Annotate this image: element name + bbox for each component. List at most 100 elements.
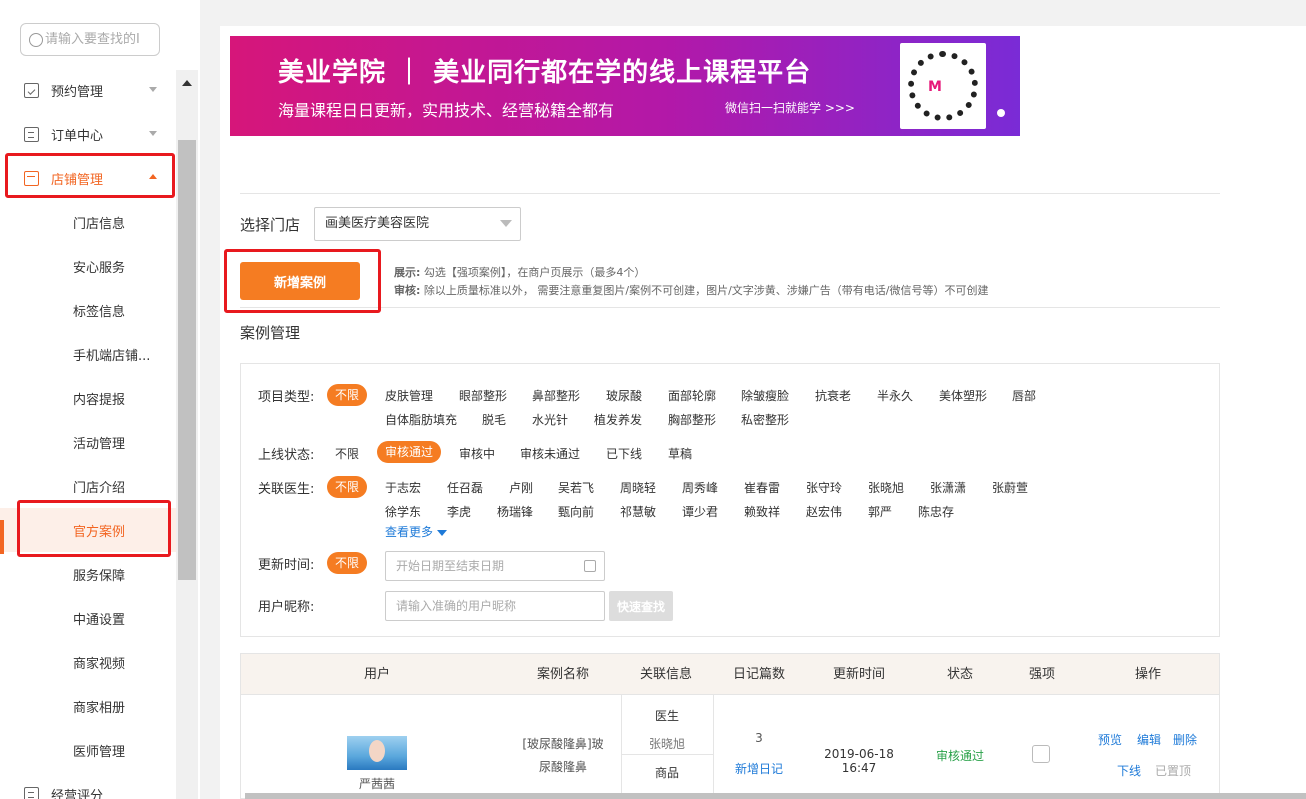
case-notes: 展示: 勾选【强项案例】，在商户页展示（最多4个） 审核: 除以上质量标准以外，…: [394, 264, 989, 300]
chevron-down-icon: [437, 529, 448, 536]
project-option[interactable]: 除皱瘦脸: [741, 387, 789, 404]
status-option[interactable]: 已下线: [606, 445, 642, 462]
sidebar-item-orders[interactable]: 订单中心: [0, 112, 176, 156]
note-review-label: 审核:: [394, 284, 421, 297]
sidebar-item-activities[interactable]: 活动管理: [0, 420, 176, 464]
doctor-option[interactable]: 崔春雷: [744, 479, 780, 496]
carousel-dot[interactable]: [997, 109, 1005, 117]
sidebar-scrollbar[interactable]: [176, 70, 198, 799]
sidebar-item-zhongtong[interactable]: 中通设置: [0, 596, 176, 640]
doctor-option[interactable]: 甄向前: [558, 503, 594, 520]
horizontal-scrollbar[interactable]: [245, 793, 1306, 799]
project-option[interactable]: 抗衰老: [815, 387, 851, 404]
case-name-line1: [玻尿酸隆鼻]玻: [522, 737, 604, 751]
doctor-option[interactable]: 徐学东: [385, 503, 421, 520]
col-relation: 关联信息: [639, 667, 692, 682]
nickname-label: 用户昵称:: [258, 600, 315, 615]
doctor-option[interactable]: 祁慧敏: [620, 503, 656, 520]
preview-link[interactable]: 预览: [1098, 731, 1122, 748]
doctor-option[interactable]: 郭严: [868, 503, 892, 520]
doctor-option[interactable]: 赖致祥: [744, 503, 780, 520]
doctor-option[interactable]: 周秀峰: [682, 479, 718, 496]
delete-link[interactable]: 删除: [1173, 731, 1197, 748]
doctor-option[interactable]: 于志宏: [385, 479, 421, 496]
sidebar-item-doctors[interactable]: 医师管理: [0, 728, 176, 772]
project-option[interactable]: 眼部整形: [459, 387, 507, 404]
scroll-up-icon[interactable]: [182, 80, 192, 86]
project-option[interactable]: 胸部整形: [668, 411, 716, 428]
sidebar-search-input[interactable]: [45, 32, 157, 47]
note-review-text: 除以上质量标准以外， 需要注意重复图片/案例不可创建，图片/文字涉黄、涉嫌广告（…: [420, 284, 989, 297]
user-name: 严茜茜: [358, 777, 395, 791]
sidebar-item-mobile-store[interactable]: 手机端店铺...: [0, 332, 176, 376]
sidebar-item-assurance[interactable]: 安心服务: [0, 244, 176, 288]
project-option[interactable]: 水光针: [532, 411, 568, 428]
doctor-option[interactable]: 张蔚萱: [992, 479, 1028, 496]
doctor-option[interactable]: 卢刚: [509, 479, 533, 496]
project-option[interactable]: 脱毛: [482, 411, 506, 428]
show-more-doctors[interactable]: 查看更多: [385, 523, 448, 540]
sidebar-item-content-report[interactable]: 内容提报: [0, 376, 176, 420]
project-option[interactable]: 私密整形: [741, 411, 789, 428]
doctor-option[interactable]: 李虎: [447, 503, 471, 520]
sidebar-item-store-info[interactable]: 门店信息: [0, 200, 176, 244]
doctor-option[interactable]: 谭少君: [682, 503, 718, 520]
sidebar-item-merchant-album[interactable]: 商家相册: [0, 684, 176, 728]
project-option[interactable]: 植发养发: [594, 411, 642, 428]
doctor-option[interactable]: 张晓旭: [868, 479, 904, 496]
promo-banner[interactable]: 美业学院 ｜ 美业同行都在学的线上课程平台 海量课程日日更新，实用技术、经营秘籍…: [230, 36, 1020, 136]
update-time-unlimited[interactable]: 不限: [327, 552, 368, 574]
doctor-unlimited[interactable]: 不限: [327, 476, 368, 498]
sidebar-search[interactable]: [20, 23, 160, 56]
case-thumbnail[interactable]: [347, 736, 407, 770]
offline-link[interactable]: 下线: [1117, 762, 1141, 779]
doctor-option[interactable]: 张守玲: [806, 479, 842, 496]
sidebar-item-merchant-video[interactable]: 商家视频: [0, 640, 176, 684]
sidebar-item-tags[interactable]: 标签信息: [0, 288, 176, 332]
doctor-option[interactable]: 陈忠存: [918, 503, 954, 520]
doctor-option[interactable]: 张潇潇: [930, 479, 966, 496]
add-diary-link[interactable]: 新增日记: [713, 760, 805, 777]
quick-search-button[interactable]: 快速查找: [609, 591, 673, 621]
store-select[interactable]: 画美医疗美容医院: [314, 207, 521, 241]
project-option[interactable]: 玻尿酸: [606, 387, 642, 404]
project-option[interactable]: 皮肤管理: [385, 387, 433, 404]
sidebar-item-service-guarantee[interactable]: 服务保障: [0, 552, 176, 596]
status-option-selected[interactable]: 审核通过: [377, 441, 442, 463]
scrollbar-thumb[interactable]: [178, 140, 196, 580]
date-range-input[interactable]: 开始日期至结束日期: [385, 551, 605, 581]
project-option[interactable]: 唇部: [1012, 387, 1036, 404]
project-type-unlimited[interactable]: 不限: [327, 384, 368, 406]
cell-divider: [621, 754, 713, 755]
status-option[interactable]: 草稿: [668, 445, 692, 462]
sidebar-item-store-intro[interactable]: 门店介绍: [0, 464, 176, 508]
col-case-name: 案例名称: [536, 667, 589, 682]
calendar-icon[interactable]: [584, 560, 596, 572]
add-case-button[interactable]: 新增案例: [240, 262, 360, 300]
sidebar-item-official-cases[interactable]: 官方案例: [0, 508, 176, 554]
sidebar-item-business-score[interactable]: 经营评分: [0, 772, 176, 799]
project-option[interactable]: 半永久: [877, 387, 913, 404]
featured-checkbox[interactable]: [1032, 745, 1050, 763]
status-option[interactable]: 不限: [335, 445, 359, 462]
edit-link[interactable]: 编辑: [1137, 731, 1161, 748]
doctor-option[interactable]: 杨瑞锋: [497, 503, 533, 520]
sidebar-item-appointments[interactable]: 预约管理: [0, 68, 176, 112]
nickname-input[interactable]: [385, 591, 605, 621]
status-option[interactable]: 审核中: [459, 445, 495, 462]
qr-pattern: [908, 51, 978, 121]
qr-logo: M: [928, 79, 942, 95]
doctor-option[interactable]: 周晓轻: [620, 479, 656, 496]
doctor-option[interactable]: 吴若飞: [558, 479, 594, 496]
project-option[interactable]: 美体塑形: [939, 387, 987, 404]
doctor-option[interactable]: 赵宏伟: [806, 503, 842, 520]
status-option[interactable]: 审核未通过: [520, 445, 580, 462]
qr-code: M: [900, 43, 986, 129]
project-option[interactable]: 鼻部整形: [532, 387, 580, 404]
sidebar-item-store-management[interactable]: 店铺管理: [0, 156, 176, 200]
sidebar: 预约管理 订单中心 店铺管理 门店信息 安心服务 标签信息 手机端店铺... 内…: [0, 0, 200, 799]
project-option[interactable]: 自体脂肪填充: [385, 411, 457, 428]
cell-divider: [713, 695, 714, 799]
doctor-option[interactable]: 任召磊: [447, 479, 483, 496]
project-option[interactable]: 面部轮廓: [668, 387, 716, 404]
